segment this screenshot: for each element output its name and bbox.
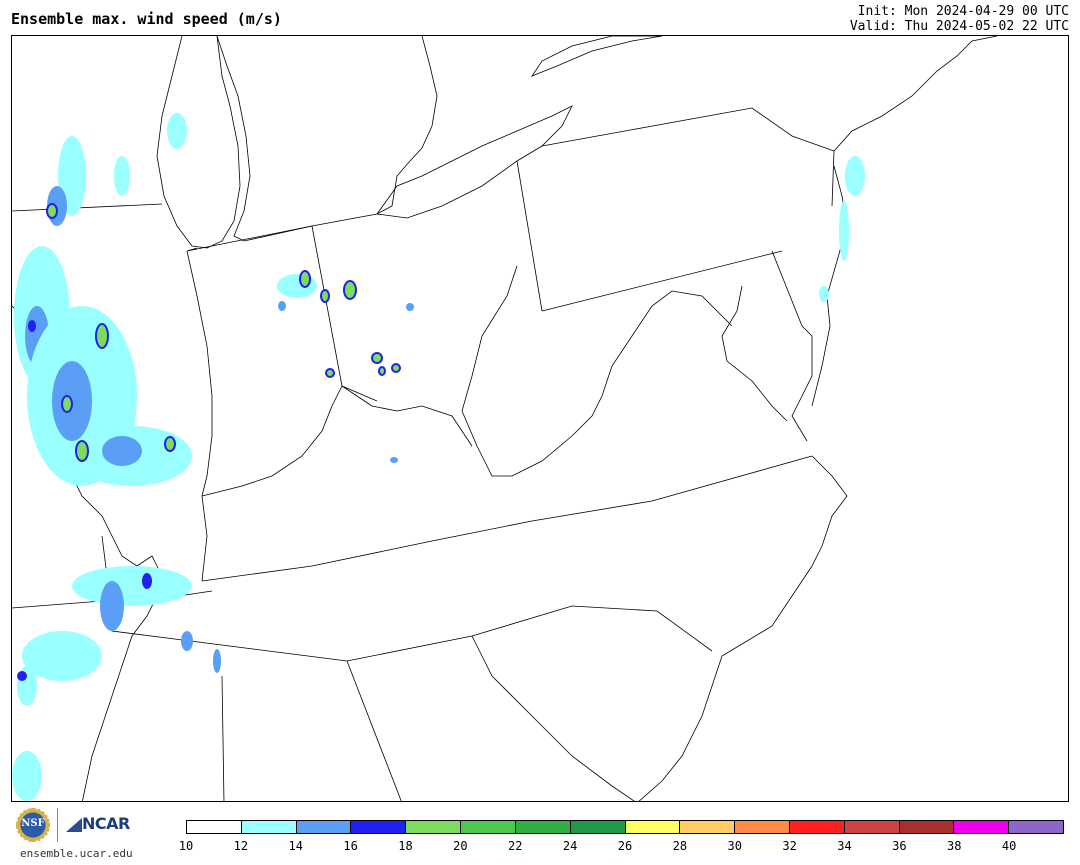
colorbar-segment bbox=[625, 821, 681, 833]
colorbar-segment bbox=[899, 821, 955, 833]
colorbar-segment bbox=[570, 821, 626, 833]
colorbar-tick-label: 38 bbox=[947, 839, 962, 853]
colorbar-tick-label: 36 bbox=[892, 839, 907, 853]
colorbar-segment bbox=[296, 821, 352, 833]
colorbar-tick-label: 32 bbox=[782, 839, 797, 853]
colorbar-segment bbox=[954, 821, 1010, 833]
lake-ontario bbox=[530, 36, 663, 77]
colorbar-tick-label: 26 bbox=[617, 839, 633, 853]
colorbar-segment bbox=[844, 821, 900, 833]
colorbar-ticks: 10 12 14 16 18 20 22 24 26 28 30 32 34 36 38 40 bbox=[179, 839, 1064, 855]
colorbar-tick-label: 40 bbox=[1001, 839, 1017, 853]
colorbar-tick-label: 20 bbox=[453, 839, 468, 853]
colorbar-segment bbox=[461, 821, 516, 833]
colorbar-tick-label: 24 bbox=[562, 839, 578, 853]
map-panel bbox=[11, 35, 1069, 802]
colorbar-tick-label: 16 bbox=[343, 839, 358, 853]
ga-al bbox=[221, 660, 402, 801]
state-borders-north bbox=[12, 107, 835, 402]
michigan-peninsula bbox=[216, 36, 438, 242]
ky-wv bbox=[341, 385, 473, 447]
colorbar-segment bbox=[735, 821, 790, 833]
nsf-logo: NSF bbox=[16, 808, 50, 842]
colorbar-tick-label: 12 bbox=[233, 839, 249, 853]
colorbar-tick-label: 18 bbox=[398, 839, 413, 853]
colorbar-segment bbox=[680, 821, 736, 833]
boundaries bbox=[12, 36, 998, 801]
logo-divider bbox=[57, 808, 58, 842]
colorbar-tick-label: 28 bbox=[672, 839, 688, 853]
ohio-river bbox=[201, 385, 343, 497]
va-nc bbox=[201, 455, 813, 582]
init-time: Init: Mon 2024-04-29 00 UTC bbox=[857, 4, 1069, 19]
coast-south bbox=[638, 455, 848, 801]
colorbar-segment bbox=[241, 821, 297, 833]
colorbar bbox=[186, 820, 1064, 834]
ncar-logo: NCAR bbox=[82, 814, 130, 833]
colorbar-tick-label: 30 bbox=[727, 839, 742, 853]
lake-erie bbox=[376, 105, 573, 219]
site-url: ensemble.ucar.edu bbox=[20, 847, 133, 860]
delmarva bbox=[721, 285, 788, 422]
sc-ga bbox=[471, 635, 635, 801]
nc-sc bbox=[471, 605, 713, 652]
colorbar-segment bbox=[351, 821, 407, 833]
colorbar-segment bbox=[187, 821, 242, 833]
colorbar-segment bbox=[1009, 821, 1063, 833]
colorbar-tick-label: 14 bbox=[288, 839, 303, 853]
colorbar-tick-label: 22 bbox=[508, 839, 523, 853]
map-title: Ensemble max. wind speed (m/s) bbox=[11, 10, 282, 28]
map-canvas bbox=[12, 36, 998, 801]
colorbar-segment bbox=[515, 821, 571, 833]
valid-time: Valid: Thu 2024-05-02 22 UTC bbox=[849, 19, 1069, 34]
colorbar-tick-label: 10 bbox=[178, 839, 194, 853]
colorbar-segment bbox=[789, 821, 845, 833]
wind-shading bbox=[12, 113, 865, 801]
colorbar-tick-label: 34 bbox=[837, 839, 852, 853]
ncar-mark-icon bbox=[66, 818, 82, 832]
colorbar-segment bbox=[406, 821, 462, 833]
